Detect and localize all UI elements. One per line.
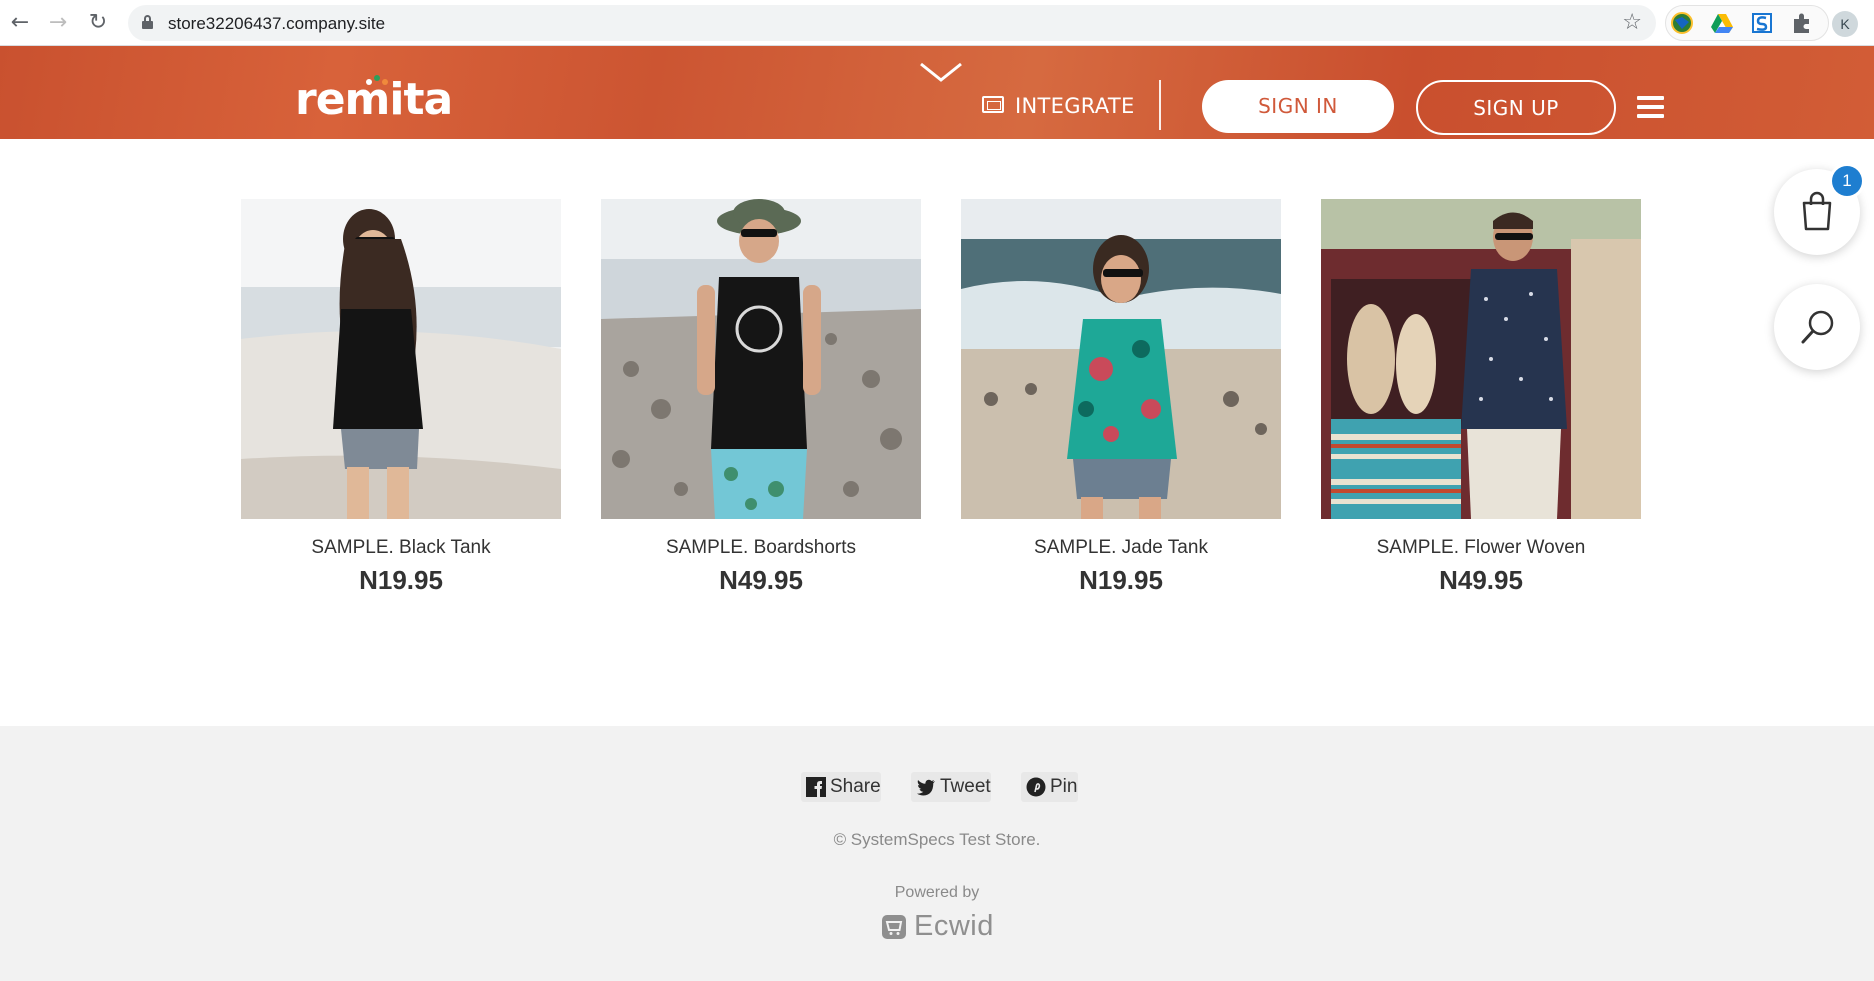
url-text[interactable]: store32206437.company.site [168,14,385,34]
product-image-black-tank[interactable] [241,199,561,519]
search-button[interactable] [1774,284,1860,370]
lock-icon [142,15,153,29]
bookmark-star-icon[interactable]: ☆ [1622,10,1642,35]
cart-count-badge: 1 [1832,166,1862,196]
product-card[interactable]: SAMPLE. Black Tank N19.95 [241,199,561,609]
product-price: N49.95 [719,565,803,595]
back-icon[interactable]: ← [6,9,34,37]
chevron-down-icon[interactable] [919,60,963,84]
extension-globe-icon[interactable] [1670,11,1694,35]
facebook-share-button[interactable]: Share [801,772,881,802]
product-name[interactable]: SAMPLE. Flower Woven [1321,537,1641,559]
site-footer: Share Tweet Pin © SystemSpecs Test Store… [0,726,1874,981]
product-name[interactable]: SAMPLE. Black Tank [241,537,561,559]
pin-label: Pin [1050,776,1078,797]
pinterest-pin-button[interactable]: Pin [1021,772,1078,802]
sign-in-button[interactable]: SIGN IN [1202,80,1394,133]
integrate-icon [982,96,1004,113]
header-divider [1159,80,1161,130]
tweet-label: Tweet [940,776,991,797]
product-image-jade-tank[interactable] [961,199,1281,519]
logo-dots-icon [366,75,388,87]
shopping-bag-icon [1802,191,1832,231]
product-image-flower-woven[interactable] [1321,199,1641,519]
integrate-link[interactable]: INTEGRATE [1015,94,1135,118]
search-icon [1801,310,1834,344]
product-grid: SAMPLE. Black Tank N19.95 SAMPLE. Boards [241,199,1641,609]
share-label: Share [830,776,881,797]
product-price: N49.95 [1439,565,1523,595]
twitter-icon [917,779,935,796]
extension-s-icon[interactable] [1750,11,1774,35]
menu-hamburger-icon[interactable] [1637,96,1664,118]
pinterest-icon [1026,777,1046,797]
forward-icon[interactable]: → [44,9,72,37]
product-card[interactable]: SAMPLE. Jade Tank N19.95 [961,199,1281,609]
product-card[interactable]: SAMPLE. Boardshorts N49.95 [601,199,921,609]
puzzle-extensions-icon[interactable] [1790,11,1814,35]
site-header: remita INTEGRATE SIGN IN SIGN UP [0,46,1874,139]
powered-by-text: Powered by [894,884,980,901]
sign-up-button[interactable]: SIGN UP [1416,80,1616,135]
ecwid-brand: Ecwid [914,910,994,942]
twitter-tweet-button[interactable]: Tweet [911,772,991,802]
product-image-boardshorts[interactable] [601,199,921,519]
browser-toolbar: ← → ↻ store32206437.company.site ☆ K [0,0,1874,46]
product-price: N19.95 [1079,565,1163,595]
product-name[interactable]: SAMPLE. Boardshorts [601,537,921,559]
profile-avatar[interactable]: K [1832,11,1858,37]
facebook-icon [806,777,826,797]
google-drive-icon[interactable] [1710,11,1734,35]
reload-icon[interactable]: ↻ [84,9,112,37]
ecwid-cart-icon [882,915,906,939]
product-name[interactable]: SAMPLE. Jade Tank [961,537,1281,559]
product-price: N19.95 [359,565,443,595]
copyright-text: © SystemSpecs Test Store. [833,830,1041,849]
address-bar[interactable]: store32206437.company.site ☆ [128,5,1656,41]
product-card[interactable]: SAMPLE. Flower Woven N49.95 [1321,199,1641,609]
